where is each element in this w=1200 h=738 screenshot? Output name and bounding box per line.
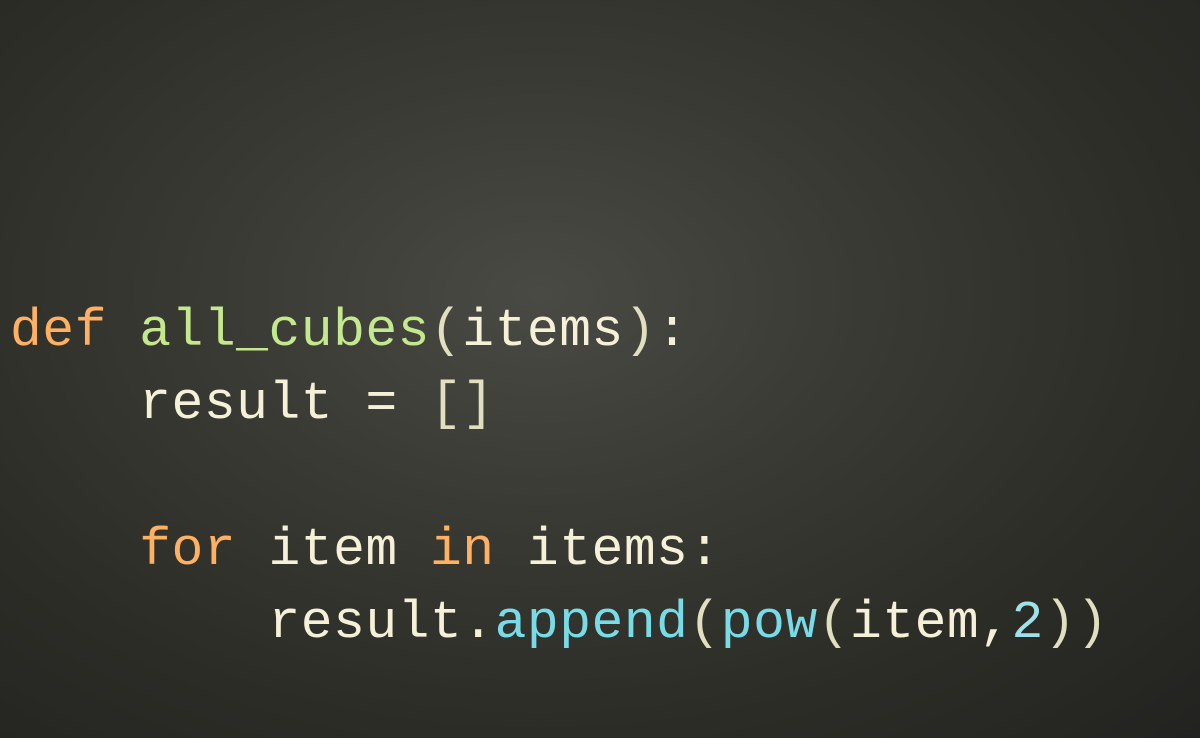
code-token: ( bbox=[430, 301, 462, 361]
code-token: item bbox=[268, 520, 430, 580]
code-token: items bbox=[527, 520, 689, 580]
code-line[interactable] bbox=[10, 441, 1200, 514]
code-line[interactable]: def all_cubes(items): bbox=[10, 295, 1200, 368]
code-token: ) bbox=[624, 301, 656, 361]
code-token: : bbox=[656, 301, 688, 361]
code-token: result bbox=[139, 374, 365, 434]
code-token: = bbox=[365, 374, 430, 434]
code-line[interactable]: for item in items: bbox=[10, 514, 1200, 587]
code-token: )) bbox=[1044, 593, 1109, 653]
code-token: result bbox=[268, 593, 462, 653]
code-line[interactable]: result.append(pow(item,2)) bbox=[10, 587, 1200, 660]
code-token: 2 bbox=[1012, 593, 1044, 653]
code-line[interactable]: print(result) bbox=[10, 733, 1200, 738]
code-token: . bbox=[462, 593, 494, 653]
code-token: , bbox=[979, 593, 1011, 653]
code-line[interactable] bbox=[10, 660, 1200, 733]
code-token: for bbox=[139, 520, 268, 580]
code-token: append bbox=[495, 593, 689, 653]
code-token: item bbox=[850, 593, 979, 653]
code-token: [] bbox=[430, 374, 495, 434]
code-editor[interactable]: def all_cubes(items): result = [] for it… bbox=[10, 295, 1200, 738]
code-token: ( bbox=[818, 593, 850, 653]
code-token: : bbox=[688, 520, 720, 580]
code-token: def bbox=[10, 301, 139, 361]
code-token: ( bbox=[688, 593, 720, 653]
code-token: items bbox=[462, 301, 624, 361]
code-token: in bbox=[430, 520, 527, 580]
code-line[interactable]: result = [] bbox=[10, 368, 1200, 441]
code-token: pow bbox=[721, 593, 818, 653]
code-token: all_cubes bbox=[139, 301, 430, 361]
